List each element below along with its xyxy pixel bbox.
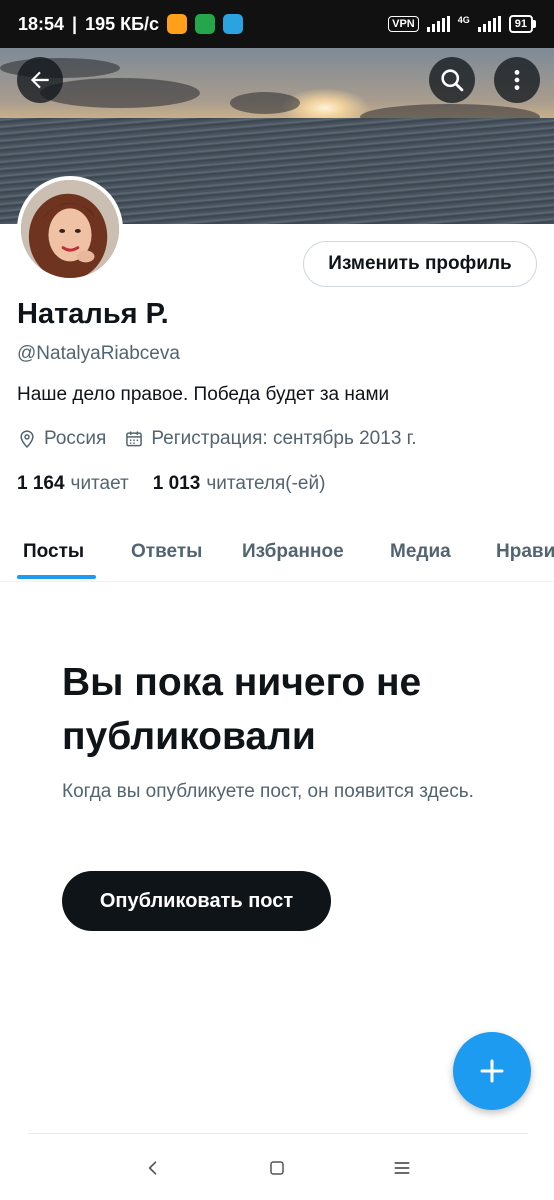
- battery-icon: 91: [508, 15, 536, 33]
- profile-tabs: Посты Ответы Избранное Медиа Нрави: [0, 522, 554, 582]
- following-link[interactable]: 1 164 читает: [17, 473, 129, 495]
- calendar-icon: [124, 429, 144, 449]
- location-text: Россия: [44, 428, 107, 449]
- location-item: Россия: [17, 428, 106, 450]
- status-speed: 195 КБ/с: [85, 13, 160, 34]
- nav-home-button[interactable]: [263, 1154, 291, 1182]
- status-bar: 18:54 | 195 КБ/с VPN 4G 91: [0, 0, 554, 48]
- signal-icon-2: [477, 16, 501, 32]
- search-icon: [441, 69, 464, 92]
- tab-highlights[interactable]: Избранное: [242, 522, 344, 581]
- tab-media[interactable]: Медиа: [390, 522, 451, 581]
- back-button[interactable]: [17, 57, 63, 103]
- plus-icon: [480, 1059, 504, 1083]
- user-handle: @NatalyaRiabceva: [17, 343, 180, 364]
- avatar-photo: [21, 180, 119, 278]
- banner-cloud: [230, 92, 300, 114]
- tab-replies[interactable]: Ответы: [131, 522, 202, 581]
- profile-meta: Россия Регистрация: сентябрь 2013 г.: [17, 428, 435, 450]
- status-right: VPN 4G 91: [388, 15, 536, 33]
- walking-app-icon: [195, 14, 216, 34]
- status-time: 18:54: [18, 13, 65, 34]
- banner-cloud: [40, 78, 200, 108]
- tab-posts[interactable]: Посты: [23, 522, 84, 581]
- signal-icon: [426, 16, 450, 32]
- network-type: 4G: [457, 15, 470, 25]
- chevron-left-icon: [148, 1161, 157, 1175]
- menu-icon: [394, 1162, 410, 1174]
- joined-text: Регистрация: сентябрь 2013 г.: [151, 428, 417, 449]
- square-icon: [270, 1161, 284, 1175]
- empty-state-subtitle: Когда вы опубликуете пост, он появится з…: [62, 781, 474, 802]
- arrow-left-icon: [30, 71, 49, 89]
- location-pin-icon: [17, 429, 37, 449]
- publish-post-button[interactable]: Опубликовать пост: [62, 871, 331, 931]
- more-options-button[interactable]: [494, 57, 540, 103]
- battery-level: 91: [508, 15, 533, 33]
- follow-stats: 1 164 читает 1 013 читателя(-ей): [17, 473, 325, 495]
- system-nav-bar: [0, 1134, 554, 1200]
- edit-profile-button[interactable]: Изменить профиль: [303, 241, 537, 287]
- profile-bio: Наше дело правое. Победа будет за нами: [17, 384, 390, 405]
- avatar[interactable]: [17, 176, 123, 282]
- followers-count: 1 013: [152, 473, 201, 494]
- nav-back-button[interactable]: [139, 1154, 167, 1182]
- chat-app-icon: [167, 14, 188, 34]
- status-separator: |: [72, 13, 78, 34]
- following-count: 1 164: [17, 473, 65, 494]
- empty-state-title: Вы пока ничего не публиковали: [62, 661, 422, 758]
- tab-likes[interactable]: Нрави: [496, 522, 554, 581]
- followers-link[interactable]: 1 013 читателя(-ей): [153, 473, 326, 495]
- status-left: 18:54 | 195 КБ/с: [18, 13, 244, 35]
- vpn-badge: VPN: [388, 16, 419, 32]
- followers-label: читателя(-ей): [206, 473, 326, 494]
- active-tab-indicator: [17, 575, 96, 579]
- search-button[interactable]: [429, 57, 475, 103]
- joined-item: Регистрация: сентябрь 2013 г.: [124, 428, 417, 450]
- more-vertical-icon: [514, 70, 520, 90]
- display-name: Наталья Р.: [17, 298, 169, 330]
- following-label: читает: [70, 473, 129, 494]
- nav-menu-button[interactable]: [388, 1154, 416, 1182]
- telegram-icon: [223, 14, 244, 34]
- compose-button[interactable]: [453, 1032, 531, 1110]
